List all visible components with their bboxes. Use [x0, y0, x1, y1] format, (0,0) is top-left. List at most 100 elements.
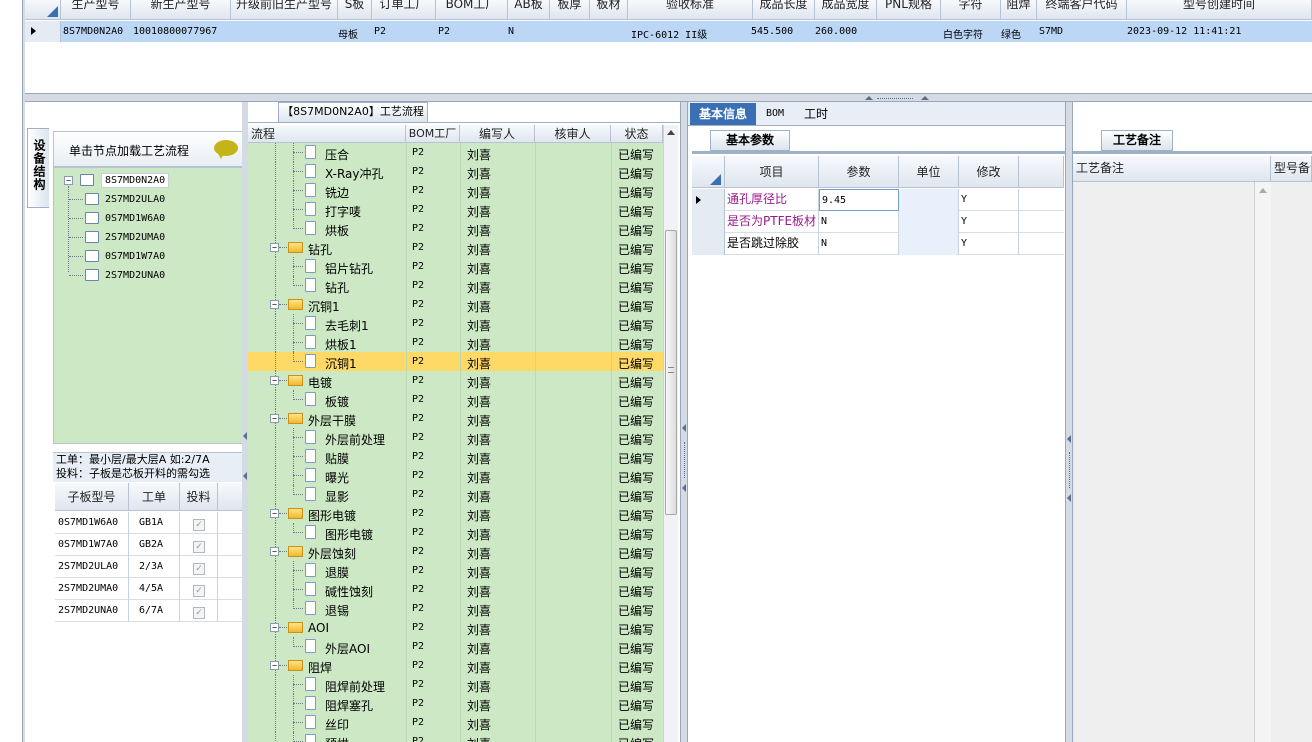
process-row[interactable]: − 沉铜1 P2 刘喜 已编写	[248, 295, 663, 314]
feed-checkbox[interactable]: ✓	[193, 607, 205, 619]
remarks-header-process[interactable]: 工艺备注	[1073, 156, 1271, 182]
param-value[interactable]: N	[819, 233, 899, 255]
remarks-model-text[interactable]	[1271, 182, 1312, 742]
param-value[interactable]: N	[819, 211, 899, 233]
collapse-toggle-icon[interactable]: −	[270, 509, 279, 518]
process-row[interactable]: 去毛刺1 P2 刘喜 已编写	[248, 314, 663, 333]
param-row[interactable]: 是否跳过除胶 N Y	[692, 233, 1064, 255]
remarks-process-text[interactable]	[1073, 182, 1255, 742]
subgrid-row[interactable]: 2S7MD2UMA0 4/5A ✓	[55, 578, 246, 600]
process-row[interactable]: X-Ray冲孔 P2 刘喜 已编写	[248, 162, 663, 181]
tree-child-node[interactable]: 0S7MD1W7A0	[69, 249, 165, 262]
subgrid-header-model[interactable]: 子板型号	[55, 483, 129, 511]
feed-checkbox[interactable]: ✓	[193, 563, 205, 575]
collapse-toggle-icon[interactable]: −	[270, 376, 279, 385]
scroll-up-icon[interactable]	[667, 130, 675, 135]
col-header-std[interactable]: 验收标准	[628, 0, 753, 20]
tree-child-node[interactable]: 2S7MD2UNA0	[69, 268, 165, 281]
process-row[interactable]: − 外层干膜 P2 刘喜 已编写	[248, 409, 663, 428]
process-row[interactable]: 外层前处理 P2 刘喜 已编写	[248, 428, 663, 447]
collapse-toggle-icon[interactable]: −	[270, 414, 279, 423]
col-header-newprod[interactable]: 新生产型号	[131, 0, 231, 20]
remarks-header-model[interactable]: 型号备注	[1271, 156, 1312, 182]
process-row[interactable]: − 电镀 P2 刘喜 已编写	[248, 371, 663, 390]
param-unit[interactable]	[899, 189, 959, 211]
process-row[interactable]: 图形电镀 P2 刘喜 已编写	[248, 523, 663, 542]
subgrid-row[interactable]: 0S7MD1W6A0 GB1A ✓	[55, 512, 246, 534]
subgrid-row[interactable]: 0S7MD1W7A0 GB2A ✓	[55, 534, 246, 556]
process-row[interactable]: 曝光 P2 刘喜 已编写	[248, 466, 663, 485]
col-header-time[interactable]: 型号创建时间	[1127, 0, 1312, 20]
col-header-wid[interactable]: 成品宽度	[815, 0, 877, 20]
process-row[interactable]: − AOI P2 刘喜 已编写	[248, 618, 663, 637]
process-row[interactable]: 打字唛 P2 刘喜 已编写	[248, 200, 663, 219]
col-header-len[interactable]: 成品长度	[753, 0, 815, 20]
tab-worktime[interactable]: 工时	[796, 103, 836, 125]
subgrid-header-order[interactable]: 工单	[129, 483, 180, 511]
process-row[interactable]: 退锡 P2 刘喜 已编写	[248, 599, 663, 618]
process-row[interactable]: − 图形电镀 P2 刘喜 已编写	[248, 504, 663, 523]
params-header-mod[interactable]: 修改	[959, 156, 1019, 188]
process-row[interactable]: 钻孔 P2 刘喜 已编写	[248, 276, 663, 295]
process-row[interactable]: 碱性蚀刻 P2 刘喜 已编写	[248, 580, 663, 599]
param-unit[interactable]	[899, 233, 959, 255]
subgrid-row[interactable]: 2S7MD2ULA0 2/3A ✓	[55, 556, 246, 578]
col-header-mat[interactable]: 板材	[590, 0, 628, 20]
process-row[interactable]: − 钻孔 P2 刘喜 已编写	[248, 238, 663, 257]
col-header-old[interactable]: 升级前旧生产型号	[231, 0, 338, 20]
tree-child-node[interactable]: 0S7MD1W6A0	[69, 211, 165, 224]
process-row[interactable]: 丝印 P2 刘喜 已编写	[248, 713, 663, 732]
collapse-toggle-icon[interactable]: −	[270, 300, 279, 309]
feed-checkbox[interactable]: ✓	[193, 541, 205, 553]
col-header-ab[interactable]: AB板	[508, 0, 550, 20]
feed-checkbox[interactable]: ✓	[193, 519, 205, 531]
param-row[interactable]: 通孔厚径比 9.45 Y	[692, 189, 1064, 211]
process-header-bom[interactable]: BOM工厂	[406, 125, 460, 143]
vertical-splitter-right[interactable]	[1065, 102, 1073, 742]
col-header-order[interactable]: 订单工厂	[372, 0, 436, 20]
process-row[interactable]: 烘板 P2 刘喜 已编写	[248, 219, 663, 238]
tree-child-node[interactable]: 2S7MD2ULA0	[69, 192, 165, 205]
param-mod[interactable]: Y	[959, 233, 1019, 255]
remarks-scrollbar[interactable]	[1255, 182, 1271, 742]
collapse-toggle-icon[interactable]: −	[270, 661, 279, 670]
scroll-thumb[interactable]	[665, 230, 677, 515]
process-row[interactable]: 沉铜1 P2 刘喜 已编写	[248, 352, 663, 371]
params-header-unit[interactable]: 单位	[899, 156, 959, 188]
tree-child-node[interactable]: 2S7MD2UMA0	[69, 230, 165, 243]
col-header-cust[interactable]: 终端客户代码	[1037, 0, 1127, 20]
process-row[interactable]: 铝片钻孔 P2 刘喜 已编写	[248, 257, 663, 276]
process-row[interactable]: 贴膜 P2 刘喜 已编写	[248, 447, 663, 466]
process-row[interactable]: 板镀 P2 刘喜 已编写	[248, 390, 663, 409]
vertical-splitter-mid[interactable]	[680, 102, 688, 742]
process-header-flow[interactable]: 流程	[248, 125, 406, 143]
process-row[interactable]: 预烘 P2 刘喜 已编写	[248, 732, 663, 742]
process-header-status[interactable]: 状态	[611, 125, 663, 143]
process-row[interactable]: 烘板1 P2 刘喜 已编写	[248, 333, 663, 352]
params-header-item[interactable]: 项目	[725, 156, 819, 188]
process-row[interactable]: 退膜 P2 刘喜 已编写	[248, 561, 663, 580]
subgrid-header-feed[interactable]: 投料	[180, 483, 218, 511]
params-header-value[interactable]: 参数	[819, 156, 899, 188]
param-unit[interactable]	[899, 211, 959, 233]
process-row[interactable]: − 阻焊 P2 刘喜 已编写	[248, 656, 663, 675]
param-mod[interactable]: Y	[959, 211, 1019, 233]
process-header-reviewer[interactable]: 核审人	[535, 125, 611, 143]
process-row[interactable]: 阻焊前处理 P2 刘喜 已编写	[248, 675, 663, 694]
collapse-toggle-icon[interactable]: −	[270, 547, 279, 556]
col-header-sboard[interactable]: S板	[338, 0, 372, 20]
process-row[interactable]: 铣边 P2 刘喜 已编写	[248, 181, 663, 200]
tab-bom[interactable]: BOM	[760, 103, 790, 125]
process-row[interactable]: 压合 P2 刘喜 已编写	[248, 143, 663, 162]
param-mod[interactable]: Y	[959, 189, 1019, 211]
process-scrollbar[interactable]	[663, 125, 678, 742]
remarks-tab[interactable]: 工艺备注	[1101, 130, 1173, 151]
subgrid-row[interactable]: 2S7MD2UNA0 6/7A ✓	[55, 600, 246, 622]
col-header-bom[interactable]: BOM工厂	[436, 0, 508, 20]
horizontal-splitter[interactable]	[25, 94, 1312, 102]
side-tab-device[interactable]: 设备结构	[27, 128, 49, 208]
subtab-basic-params[interactable]: 基本参数	[710, 130, 790, 151]
col-header-prod[interactable]: 生产型号	[61, 0, 131, 20]
collapse-toggle-icon[interactable]: −	[270, 623, 279, 632]
collapse-toggle-icon[interactable]: −	[270, 243, 279, 252]
